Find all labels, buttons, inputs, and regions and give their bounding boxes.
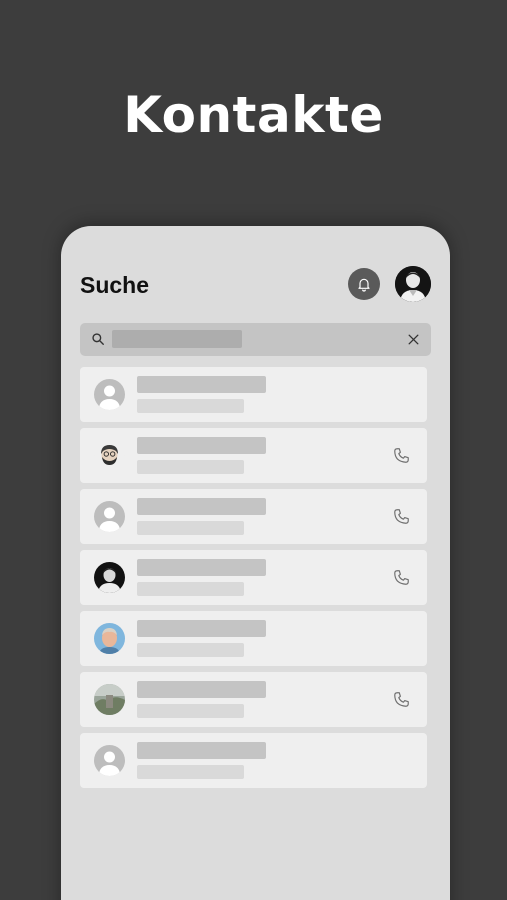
contact-row[interactable]	[80, 367, 427, 422]
contact-detail-placeholder	[137, 704, 244, 718]
contact-detail-placeholder	[137, 399, 244, 413]
contact-avatar	[94, 623, 125, 654]
search-input[interactable]	[112, 330, 242, 348]
contact-name-placeholder	[137, 681, 266, 698]
contact-list	[80, 367, 427, 794]
contact-avatar	[94, 684, 125, 715]
contact-row[interactable]	[80, 611, 427, 666]
person-icon	[94, 745, 125, 776]
phone-icon[interactable]	[392, 690, 411, 709]
landscape-photo-icon	[94, 684, 125, 715]
contact-row[interactable]	[80, 550, 427, 605]
contact-detail-placeholder	[137, 765, 244, 779]
man-blue-background-icon	[94, 623, 125, 654]
contact-detail-placeholder	[137, 582, 244, 596]
contact-avatar	[94, 379, 125, 410]
contact-name-placeholder	[137, 742, 266, 759]
phone-frame: Suche	[61, 226, 450, 900]
contact-avatar	[94, 440, 125, 471]
phone-icon[interactable]	[392, 507, 411, 526]
contact-avatar	[94, 562, 125, 593]
contact-name-placeholder	[137, 498, 266, 515]
close-icon[interactable]	[407, 333, 420, 346]
person-icon	[94, 379, 125, 410]
contact-row[interactable]	[80, 428, 427, 483]
contact-row[interactable]	[80, 733, 427, 788]
contact-name-placeholder	[137, 559, 266, 576]
bell-icon	[358, 278, 370, 292]
contact-name-placeholder	[137, 437, 266, 454]
contact-avatar	[94, 745, 125, 776]
page: Kontakte Suche	[0, 0, 507, 900]
page-title: Suche	[80, 272, 150, 298]
hero-title: Kontakte	[123, 86, 384, 144]
contact-name-placeholder	[137, 620, 266, 637]
notifications-button[interactable]	[348, 268, 380, 300]
contact-detail-placeholder	[137, 460, 244, 474]
contact-row[interactable]	[80, 672, 427, 727]
contact-name-placeholder	[137, 376, 266, 393]
person-icon	[94, 501, 125, 532]
search-icon	[92, 333, 104, 345]
app-header: Suche	[80, 266, 431, 302]
contact-detail-placeholder	[137, 521, 244, 535]
profile-photo-icon	[395, 266, 431, 302]
bearded-man-icon	[94, 440, 125, 471]
profile-avatar[interactable]	[395, 266, 431, 302]
contact-row[interactable]	[80, 489, 427, 544]
search-bar	[80, 323, 431, 356]
phone-icon[interactable]	[392, 446, 411, 465]
contact-avatar	[94, 501, 125, 532]
contact-detail-placeholder	[137, 643, 244, 657]
dark-portrait-icon	[94, 562, 125, 593]
phone-icon[interactable]	[392, 568, 411, 587]
